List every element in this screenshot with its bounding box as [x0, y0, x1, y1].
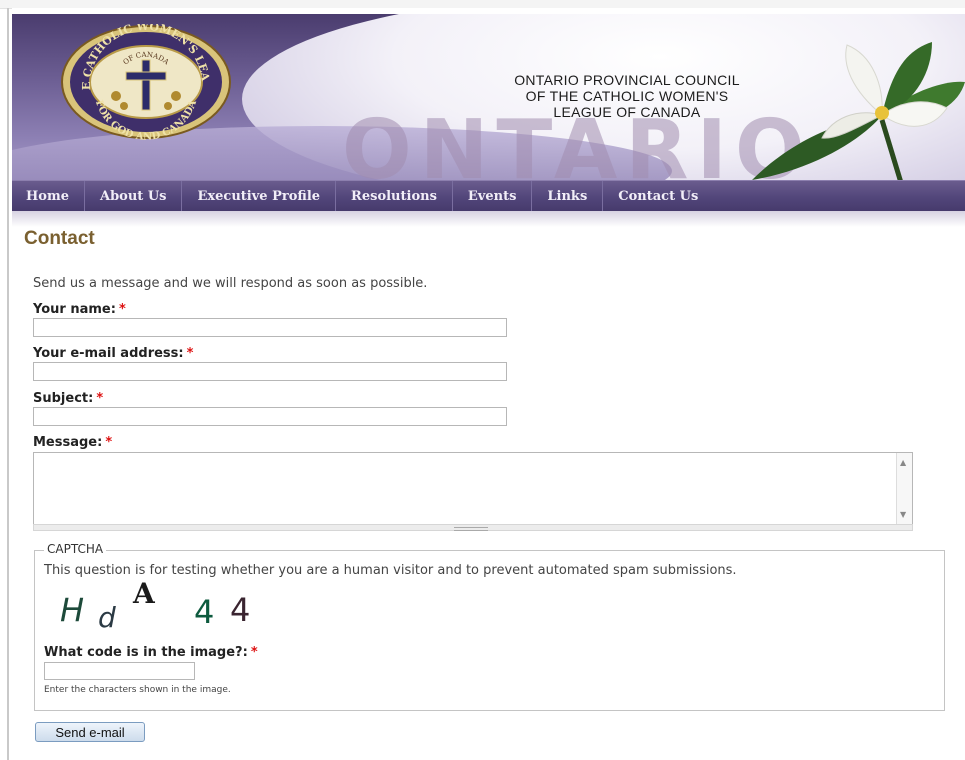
- required-mark: *: [118, 302, 126, 317]
- nav-item-resolutions[interactable]: Resolutions: [336, 181, 453, 211]
- captcha-char: H: [60, 591, 85, 629]
- intro-text: Send us a message and we will respond as…: [33, 276, 428, 291]
- captcha-answer-field[interactable]: [44, 662, 195, 680]
- name-field[interactable]: [33, 318, 507, 337]
- send-email-button[interactable]: Send e-mail: [35, 722, 145, 742]
- email-label: Your e-mail address: *: [33, 346, 193, 361]
- nav-shadow: [12, 211, 965, 227]
- captcha-question-text: What code is in the image?:: [44, 645, 248, 660]
- nav-item-executive-profile[interactable]: Executive Profile: [182, 181, 337, 211]
- council-line-1: ONTARIO PROVINCIAL COUNCIL: [514, 72, 740, 88]
- captcha-char: d: [98, 601, 116, 634]
- council-line-2: OF THE CATHOLIC WOMEN'S: [525, 88, 729, 104]
- required-mark: *: [105, 435, 113, 450]
- main-nav: Home About Us Executive Profile Resoluti…: [12, 180, 965, 211]
- council-title: ONTARIO PROVINCIAL COUNCIL OF THE CATHOL…: [482, 72, 772, 120]
- scroll-up-icon[interactable]: ▲: [900, 459, 906, 467]
- page-title: Contact: [24, 228, 95, 249]
- grip-lines: [454, 527, 488, 531]
- nav-item-home[interactable]: Home: [12, 181, 85, 211]
- required-mark: *: [186, 346, 194, 361]
- cwl-seal-icon[interactable]: THE CATHOLIC WOMEN'S LEAGUE FOR GOD AND …: [60, 24, 232, 140]
- nav-item-contact-us[interactable]: Contact Us: [603, 181, 713, 211]
- message-scrollbar[interactable]: ▲ ▼: [896, 453, 912, 525]
- captcha-description: This question is for testing whether you…: [44, 563, 737, 578]
- captcha-char: A: [133, 577, 155, 610]
- nav-item-events[interactable]: Events: [453, 181, 533, 211]
- email-field[interactable]: [33, 362, 507, 381]
- subject-label: Subject: *: [33, 391, 103, 406]
- captcha-question-label: What code is in the image?: *: [44, 645, 258, 660]
- required-mark: *: [96, 391, 104, 406]
- captcha-image: H d A 4 4: [58, 577, 288, 634]
- name-label: Your name: *: [33, 302, 126, 317]
- email-label-text: Your e-mail address:: [33, 346, 184, 361]
- required-mark: *: [250, 645, 258, 660]
- council-line-3: LEAGUE OF CANADA: [553, 104, 701, 120]
- page-left-edge: [7, 8, 9, 760]
- message-label-text: Message:: [33, 435, 103, 450]
- nav-item-links[interactable]: Links: [532, 181, 604, 211]
- captcha-legend: CAPTCHA: [44, 542, 107, 556]
- textarea-resize-grip[interactable]: [33, 524, 913, 531]
- message-textarea[interactable]: ▲ ▼: [33, 452, 913, 526]
- captcha-char: 4: [194, 593, 215, 631]
- site-banner: ONTARIO THE CATHOLIC WOMEN'S LEAGUE FOR …: [12, 14, 965, 180]
- page: ONTARIO THE CATHOLIC WOMEN'S LEAGUE FOR …: [12, 8, 965, 760]
- scroll-down-icon[interactable]: ▼: [900, 511, 906, 519]
- subject-field[interactable]: [33, 407, 507, 426]
- name-label-text: Your name:: [33, 302, 116, 317]
- message-label: Message: *: [33, 435, 112, 450]
- nav-item-about-us[interactable]: About Us: [85, 181, 183, 211]
- captcha-char: 4: [230, 591, 251, 629]
- trillium-flower-icon: [752, 42, 965, 180]
- captcha-hint: Enter the characters shown in the image.: [44, 685, 231, 695]
- subject-label-text: Subject:: [33, 391, 94, 406]
